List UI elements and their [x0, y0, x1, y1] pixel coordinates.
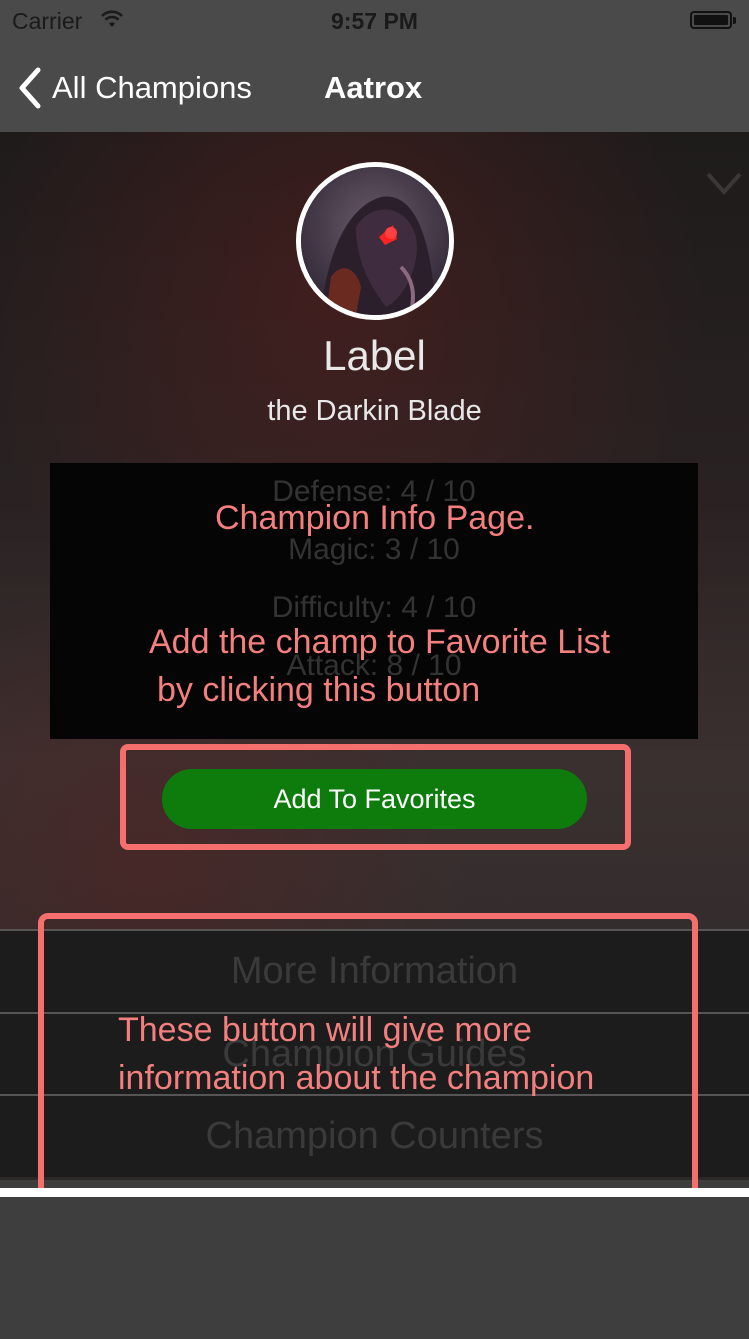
- stat-difficulty: Difficulty: 4 / 10: [271, 591, 477, 624]
- annotation-favorite-line2: by clicking this button: [157, 671, 481, 709]
- menu-highlight-box: [38, 913, 698, 1197]
- divider: [0, 1188, 749, 1197]
- annotation-menu-line2: information about the champion: [118, 1059, 595, 1097]
- chevron-left-icon: [19, 67, 41, 109]
- stats-panel: Defense: 4 / 10 Magic: 3 / 10 Difficulty…: [50, 463, 698, 739]
- add-to-favorites-button[interactable]: Add To Favorites: [162, 769, 587, 829]
- page-title: Aatrox: [324, 70, 423, 105]
- annotation-favorite-line1: Add the champ to Favorite List: [149, 623, 611, 661]
- chevron-down-icon: [706, 172, 742, 196]
- back-button[interactable]: All Champions: [14, 62, 252, 114]
- clock: 9:57 PM: [331, 8, 418, 34]
- back-button-label: All Champions: [52, 70, 252, 105]
- stat-magic: Magic: 3 / 10: [288, 533, 460, 566]
- bottom-area: [0, 1197, 749, 1339]
- champion-name: Label: [323, 332, 426, 379]
- champion-title: the Darkin Blade: [267, 395, 482, 427]
- battery-icon: [690, 11, 736, 29]
- navigation-bar: Carrier 9:57 PM All Champions Aatrox: [0, 0, 749, 132]
- annotation-page-note: Champion Info Page.: [215, 499, 535, 537]
- champion-avatar: [296, 162, 454, 320]
- annotation-menu-line1: These button will give more: [118, 1011, 532, 1049]
